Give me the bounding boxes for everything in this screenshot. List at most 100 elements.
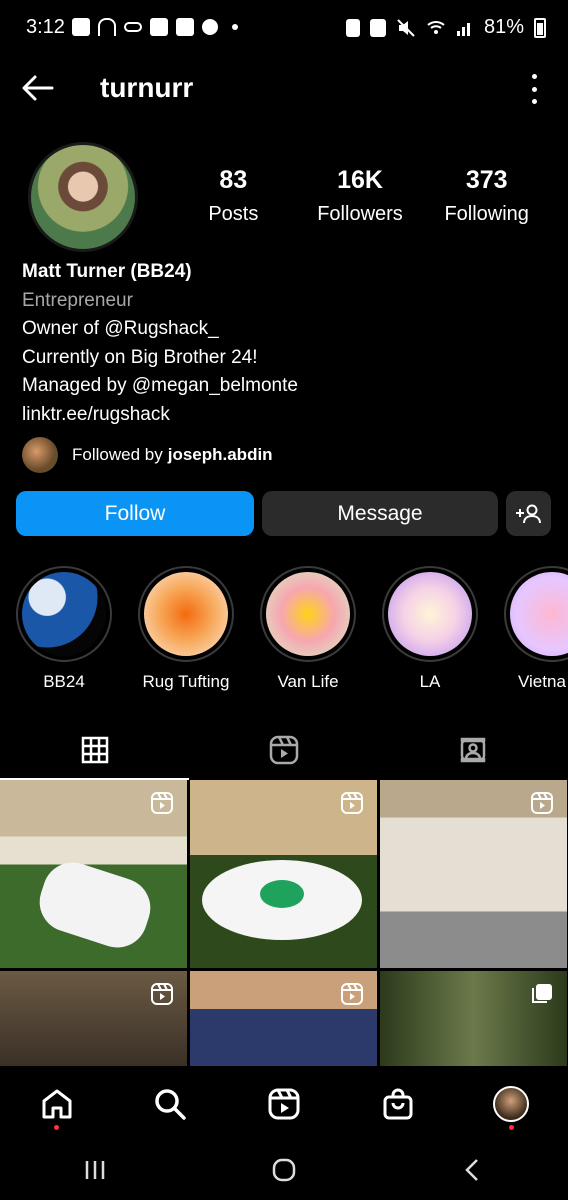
display-name: Matt Turner (BB24) [22, 261, 192, 282]
status-time: 3:12 [26, 16, 65, 38]
back-button[interactable] [20, 72, 56, 104]
back-nav-button[interactable] [379, 1140, 568, 1200]
highlight-item[interactable]: BB24 [16, 566, 112, 692]
nfc-icon [369, 18, 386, 37]
message-button[interactable]: Message [262, 491, 498, 536]
add-user-icon [515, 504, 541, 523]
post-thumbnail[interactable] [190, 971, 377, 1066]
post-thumbnail[interactable] [380, 780, 567, 968]
shopping-bag-icon [383, 1088, 413, 1120]
content-tabs [0, 720, 568, 780]
highlight-cover [22, 572, 106, 656]
highlight-cover [388, 572, 472, 656]
reels-icon [269, 735, 299, 765]
message-button-label: Message [337, 501, 423, 525]
chevron-left-icon [465, 1159, 479, 1181]
followed-by[interactable]: Followed by joseph.abdin [22, 436, 273, 474]
following-stat[interactable]: 373 Following [423, 166, 550, 226]
voicemail-icon [124, 22, 142, 32]
follow-button[interactable]: Follow [16, 491, 254, 536]
reel-badge-icon [151, 983, 173, 1005]
post-thumbnail[interactable] [380, 971, 567, 1066]
reel-badge-icon [531, 792, 553, 814]
followed-by-prefix: Followed by [72, 445, 163, 464]
profile-avatar-icon [493, 1086, 530, 1122]
home-circle-icon [272, 1158, 296, 1182]
status-bar: 3:12 81% [0, 0, 568, 56]
mute-icon [397, 18, 415, 37]
notification-dot [508, 1125, 514, 1130]
bio-line: Owner of @Rugshack_ [22, 318, 219, 339]
bio-line: Managed by @megan_belmonte [22, 375, 298, 396]
story-highlights: BB24 Rug Tufting Van Life LA Vietna [0, 566, 568, 696]
nav-home[interactable] [0, 1070, 114, 1138]
post-thumbnail[interactable] [190, 780, 377, 968]
battery-saver-icon [345, 18, 360, 37]
wifi-icon [427, 20, 445, 34]
bio-link[interactable]: linktr.ee/rugshack [22, 401, 542, 430]
carousel-badge-icon [532, 984, 552, 1003]
profile-header: turnurr [0, 60, 568, 116]
page-title: turnurr [100, 72, 194, 103]
notification-icons [72, 18, 238, 36]
notification-dot [54, 1125, 60, 1130]
highlight-cover [510, 572, 568, 656]
highlight-label: LA [419, 672, 441, 691]
search-icon [155, 1089, 187, 1120]
tab-tagged[interactable] [379, 720, 568, 780]
profile-bio: Matt Turner (BB24) Entrepreneur Owner of… [22, 258, 542, 429]
signal-icon [456, 22, 470, 36]
arrow-left-icon [22, 75, 54, 101]
suggested-users-button[interactable] [506, 491, 551, 536]
followers-stat[interactable]: 16K Followers [297, 166, 424, 226]
more-vertical-icon [531, 74, 537, 79]
nav-search[interactable] [114, 1070, 228, 1138]
follow-button-label: Follow [104, 501, 166, 525]
system-navigation [0, 1140, 568, 1200]
highlight-label: Vietna [518, 672, 566, 691]
grid-icon [81, 736, 108, 764]
tagged-icon [461, 737, 486, 763]
bottom-navigation [0, 1070, 568, 1138]
nav-shop[interactable] [341, 1070, 455, 1138]
posts-stat[interactable]: 83 Posts [170, 166, 297, 226]
highlight-item[interactable]: Rug Tufting [138, 566, 234, 692]
reel-badge-icon [341, 983, 363, 1005]
followed-by-user: joseph.abdin [167, 445, 273, 464]
posts-grid [0, 780, 568, 1066]
more-notifications-dot-icon [232, 24, 238, 30]
highlight-label: Van Life [277, 672, 339, 691]
posts-count: 83 [219, 166, 248, 194]
recent-apps-button[interactable] [0, 1140, 189, 1200]
profile-category: Entrepreneur [22, 289, 133, 311]
home-button[interactable] [189, 1140, 378, 1200]
more-options-button[interactable] [530, 74, 538, 104]
highlight-cover [144, 572, 228, 656]
profile-stats: 83 Posts 16K Followers 373 Following [170, 166, 550, 226]
highlight-item[interactable]: Vietna [504, 566, 568, 692]
gallery-icon [176, 18, 194, 36]
reel-badge-icon [151, 792, 173, 814]
post-thumbnail[interactable] [0, 780, 187, 968]
tab-posts[interactable] [0, 720, 190, 780]
post-thumbnail[interactable] [0, 971, 187, 1066]
highlight-item[interactable]: LA [382, 566, 478, 692]
battery-icon [534, 17, 546, 38]
following-count: 373 [465, 166, 508, 194]
highlight-item[interactable]: Van Life [260, 566, 356, 692]
tab-reels[interactable] [189, 720, 378, 780]
media-icon [150, 18, 168, 36]
nav-reels[interactable] [227, 1070, 341, 1138]
following-label: Following [444, 203, 529, 225]
nav-profile[interactable] [454, 1070, 568, 1138]
reels-icon [268, 1088, 300, 1120]
highlight-label: Rug Tufting [142, 672, 230, 691]
follower-avatar [22, 437, 58, 473]
highlight-cover [266, 572, 350, 656]
reel-badge-icon [341, 792, 363, 814]
heart-icon [202, 19, 218, 35]
followers-count: 16K [337, 166, 383, 194]
home-icon [42, 1089, 72, 1119]
profile-avatar[interactable] [28, 142, 138, 252]
battery-percent: 81% [483, 16, 524, 38]
